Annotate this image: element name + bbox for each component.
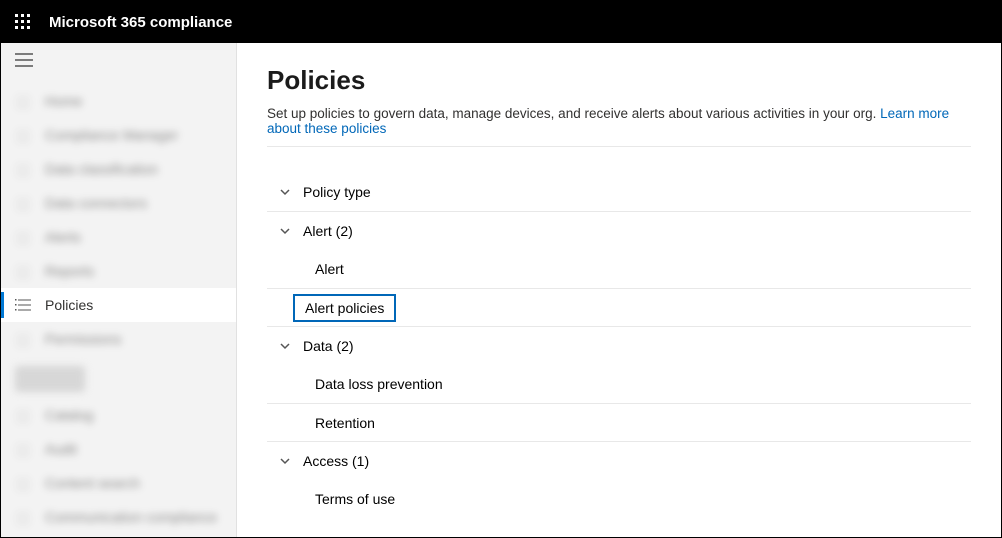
sidebar-item[interactable]: ⬚ Audit <box>1 432 236 466</box>
sidebar-item[interactable]: ⬚ Catalog <box>1 398 236 432</box>
nav-list: ⬚ Home ⬚ Compliance Manager ⬚ Data classifi… <box>1 84 236 356</box>
group-header[interactable]: Policy type <box>267 173 971 211</box>
sidebar-item-label: Catalog <box>45 407 93 423</box>
divider <box>267 146 971 147</box>
group-header-label: Alert (2) <box>303 223 353 239</box>
group-item-retention[interactable]: Retention <box>267 403 971 441</box>
sidebar-item[interactable]: ⬚ Data connectors <box>1 186 236 220</box>
group-item-label: Alert policies <box>293 294 396 322</box>
sidebar-item[interactable]: ⬚ Permissions <box>1 322 236 356</box>
group-header[interactable]: Data (2) <box>267 327 971 365</box>
policies-icon <box>13 295 33 315</box>
group-item-terms[interactable]: Terms of use <box>267 480 971 518</box>
sidebar-item[interactable]: ⬚ Compliance Manager <box>1 118 236 152</box>
hamburger-icon[interactable] <box>1 43 236 82</box>
nav-icon: ⬚ <box>13 439 33 459</box>
sidebar-item[interactable]: ⬚ Content search <box>1 466 236 500</box>
sidebar-item-label: Data classification <box>45 161 158 177</box>
group-item-alert-policies[interactable]: Alert policies <box>267 288 971 326</box>
chevron-down-icon <box>275 340 295 352</box>
chevron-down-icon <box>275 186 295 198</box>
sidebar-item-label: Reports <box>45 263 94 279</box>
group-item-label: Terms of use <box>305 487 405 511</box>
group-item-alert[interactable]: Alert <box>267 250 971 288</box>
sidebar-item-label: Compliance Manager <box>45 127 178 143</box>
nav-icon: ⬚ <box>13 405 33 425</box>
sidebar-item-label: Content search <box>45 475 140 491</box>
group-alert: Alert (2) Alert Alert policies <box>267 212 971 327</box>
group-access: Access (1) Terms of use <box>267 442 971 518</box>
nav-icon: ⬚ <box>13 473 33 493</box>
chevron-down-icon <box>275 225 295 237</box>
group-header-label: Policy type <box>303 184 371 200</box>
page-title: Policies <box>267 65 971 96</box>
nav-icon: ⬚ <box>13 159 33 179</box>
sidebar-item-label: Permissions <box>45 331 121 347</box>
group-policy-type: Policy type <box>267 173 971 212</box>
main-content: Policies Set up policies to govern data,… <box>237 43 1001 537</box>
sidebar: ⬚ Home ⬚ Compliance Manager ⬚ Data classifi… <box>1 43 237 537</box>
group-header[interactable]: Alert (2) <box>267 212 971 250</box>
sidebar-item-label: Communication compliance <box>45 509 217 525</box>
group-data: Data (2) Data loss prevention Retention <box>267 327 971 442</box>
sidebar-item-label: Policies <box>45 297 93 313</box>
group-item-dlp[interactable]: Data loss prevention <box>267 365 971 403</box>
nav-icon: ⬚ <box>13 91 33 111</box>
app-launcher-icon[interactable] <box>9 8 37 36</box>
top-bar: Microsoft 365 compliance <box>1 1 1001 43</box>
group-header-label: Data (2) <box>303 338 354 354</box>
app-title: Microsoft 365 compliance <box>49 14 232 31</box>
sidebar-item[interactable]: ⬚ Alerts <box>1 220 236 254</box>
sidebar-item-policies[interactable]: Policies <box>1 288 236 322</box>
nav-icon: ⬚ <box>13 193 33 213</box>
nav-icon: ⬚ <box>13 261 33 281</box>
group-header[interactable]: Access (1) <box>267 442 971 480</box>
sidebar-item-label: Data connectors <box>45 195 147 211</box>
group-item-label: Retention <box>305 411 385 435</box>
sidebar-item[interactable]: ⬚ Home <box>1 84 236 118</box>
nav-icon: ⬚ <box>13 329 33 349</box>
chevron-down-icon <box>275 455 295 467</box>
nav-list-solutions: ⬚ Catalog ⬚ Audit ⬚ Content search ⬚ Communi… <box>1 398 236 534</box>
nav-icon: ⬚ <box>13 125 33 145</box>
nav-icon: ⬚ <box>13 227 33 247</box>
nav-icon: ⬚ <box>13 507 33 527</box>
group-item-label: Alert <box>305 257 354 281</box>
page-subtitle-text: Set up policies to govern data, manage d… <box>267 106 880 121</box>
group-item-label: Data loss prevention <box>305 372 453 396</box>
sidebar-item-label: Audit <box>45 441 77 457</box>
page-subtitle: Set up policies to govern data, manage d… <box>267 106 971 136</box>
sidebar-item-label: Home <box>45 93 82 109</box>
sidebar-item[interactable]: ⬚ Communication compliance <box>1 500 236 534</box>
sidebar-section-header <box>15 366 85 392</box>
group-header-label: Access (1) <box>303 453 369 469</box>
sidebar-item-label: Alerts <box>45 229 81 245</box>
sidebar-item[interactable]: ⬚ Reports <box>1 254 236 288</box>
sidebar-item[interactable]: ⬚ Data classification <box>1 152 236 186</box>
